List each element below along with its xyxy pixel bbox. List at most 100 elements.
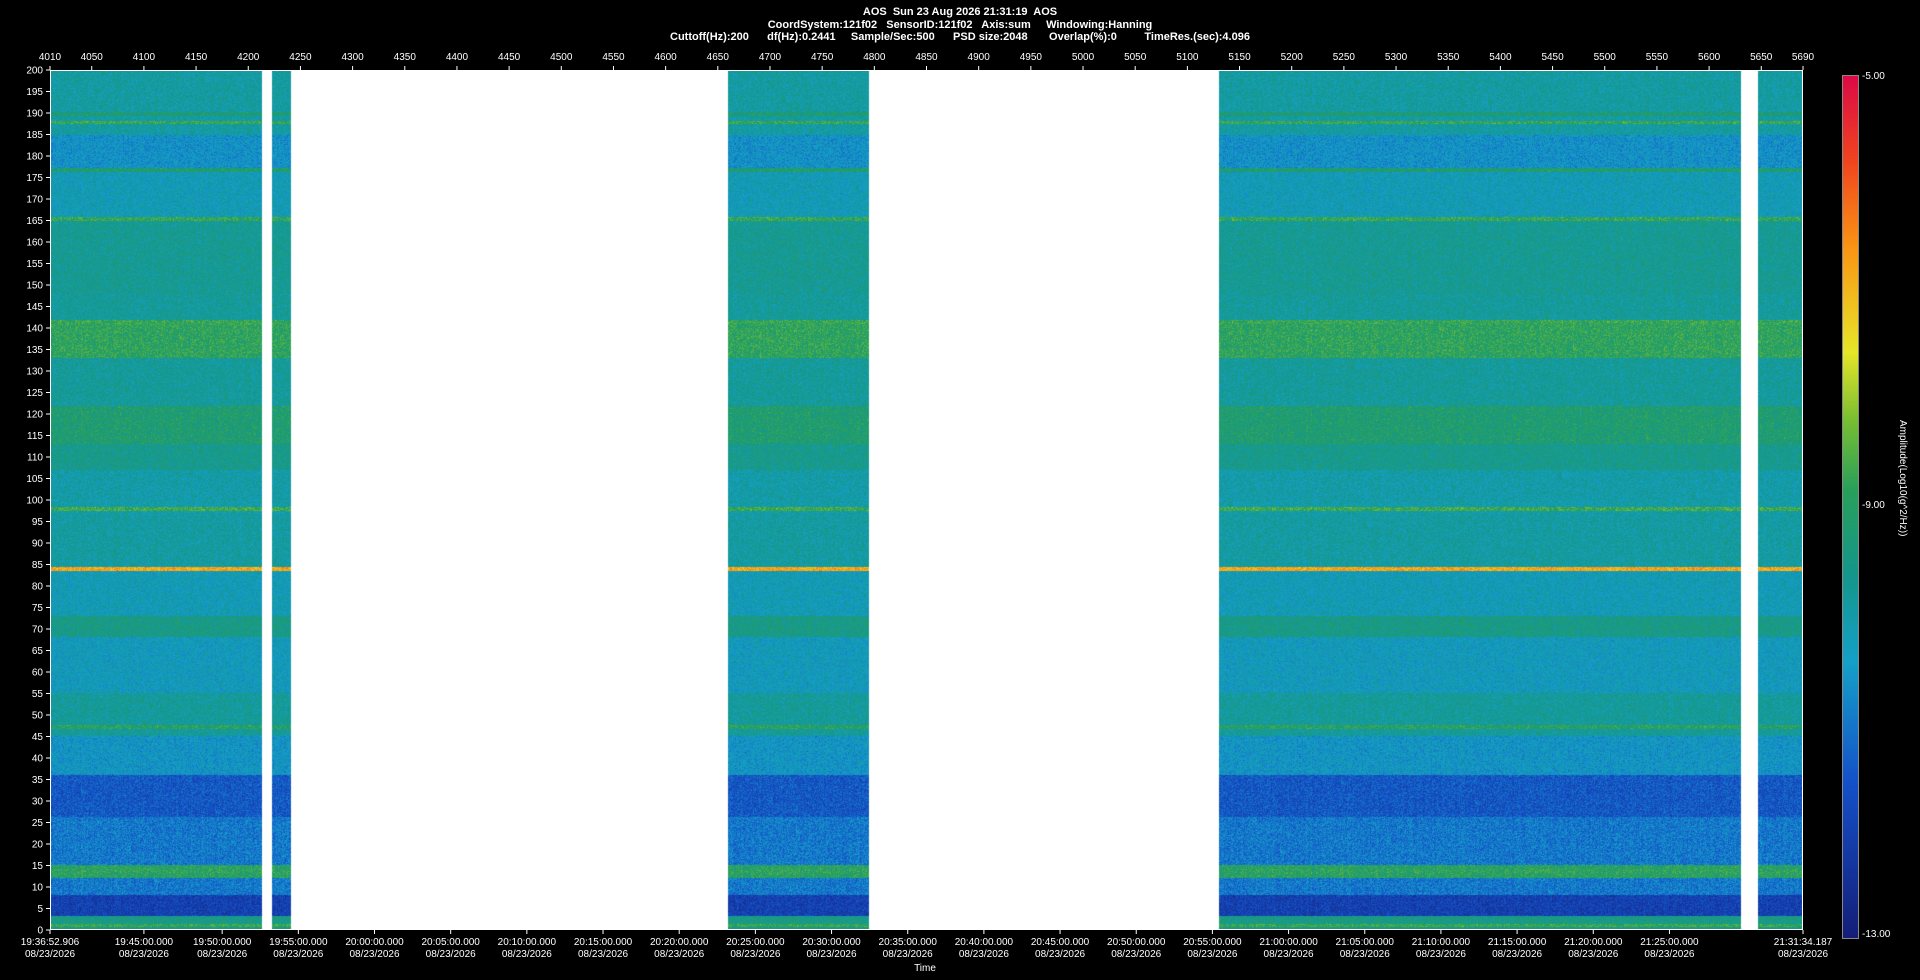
top-axis-tick-label: 4050	[81, 52, 104, 63]
x-axis-tick-time: 20:15:00.000	[574, 937, 633, 948]
y-axis-tick-label: 65	[32, 646, 44, 657]
colorbar-axis-label: Amplitude(Log10(g^2/Hz))	[1897, 420, 1908, 537]
x-axis-tick-time: 21:15:00.000	[1488, 937, 1547, 948]
x-axis-label: Time	[914, 963, 936, 974]
y-axis-tick-label: 85	[32, 560, 44, 571]
top-axis-tick-label: 4700	[759, 52, 782, 63]
colorbar-max-label: -5.00	[1862, 71, 1885, 82]
y-axis-tick-label: 150	[26, 281, 43, 292]
colorbar-min-label: -13.00	[1862, 929, 1891, 940]
y-axis-tick-label: 185	[26, 130, 43, 141]
y-axis-tick-label: 55	[32, 689, 44, 700]
top-axis-tick-label: 5350	[1437, 52, 1460, 63]
y-axis-tick-label: 70	[32, 625, 44, 636]
y-axis-tick-label: 165	[26, 216, 43, 227]
y-axis-tick-label: 135	[26, 345, 43, 356]
x-axis-tick-date: 08/23/2026	[273, 949, 323, 960]
x-axis-tick-time: 19:55:00.000	[269, 937, 328, 948]
top-axis-tick-label: 5400	[1489, 52, 1512, 63]
y-axis-tick-label: 90	[32, 539, 44, 550]
top-axis-tick-label: 5100	[1176, 52, 1199, 63]
x-axis-tick-time: 21:05:00.000	[1336, 937, 1395, 948]
x-axis-tick-date: 08/23/2026	[25, 949, 75, 960]
top-axis-tick-label: 5690	[1792, 52, 1815, 63]
top-axis-tick-label: 4200	[237, 52, 260, 63]
x-axis-tick-time: 19:50:00.000	[193, 937, 252, 948]
x-axis-tick-date: 08/23/2026	[1035, 949, 1085, 960]
x-axis-tick-time: 20:45:00.000	[1031, 937, 1090, 948]
x-axis-tick-time: 21:10:00.000	[1412, 937, 1471, 948]
y-axis-tick-label: 50	[32, 711, 44, 722]
y-axis-tick-label: 20	[32, 840, 44, 851]
x-axis-tick-date: 08/23/2026	[1644, 949, 1694, 960]
x-axis-tick-date: 08/23/2026	[119, 949, 169, 960]
x-axis-tick-date: 08/23/2026	[426, 949, 476, 960]
y-axis-tick-label: 25	[32, 818, 44, 829]
y-axis-tick-label: 30	[32, 797, 44, 808]
top-axis-tick-label: 4950	[1020, 52, 1043, 63]
top-axis-tick-label: 4750	[811, 52, 834, 63]
x-axis-tick-date: 08/23/2026	[1264, 949, 1314, 960]
y-axis-tick-label: 170	[26, 195, 43, 206]
x-axis-tick-date: 08/23/2026	[883, 949, 933, 960]
y-axis-tick-label: 145	[26, 302, 43, 313]
spectrogram-plot-area[interactable]	[50, 70, 1803, 930]
x-axis-tick-date: 08/23/2026	[1340, 949, 1390, 960]
y-axis-tick-label: 0	[37, 926, 43, 937]
top-axis-tick-label: 4300	[341, 52, 364, 63]
x-axis-tick-date: 08/23/2026	[959, 949, 1009, 960]
y-axis-tick-label: 160	[26, 238, 43, 249]
x-axis-tick-date: 08/23/2026	[1111, 949, 1161, 960]
y-axis-tick-label: 40	[32, 754, 44, 765]
y-axis-tick-label: 95	[32, 517, 44, 528]
y-axis-tick-label: 75	[32, 603, 44, 614]
y-axis-tick-label: 80	[32, 582, 44, 593]
top-axis-tick-label: 4800	[863, 52, 886, 63]
y-axis-tick-label: 5	[37, 904, 43, 915]
top-axis-tick-label: 5000	[1072, 52, 1095, 63]
x-axis-tick-date: 08/23/2026	[1416, 949, 1466, 960]
top-axis-tick-label: 5150	[1228, 52, 1251, 63]
top-axis-tick-label: 4600	[655, 52, 678, 63]
x-axis-tick-date: 08/23/2026	[502, 949, 552, 960]
top-axis-tick-label: 4500	[550, 52, 573, 63]
y-axis-tick-label: 180	[26, 152, 43, 163]
x-axis-tick-date: 08/23/2026	[197, 949, 247, 960]
x-axis-tick-time: 20:50:00.000	[1107, 937, 1166, 948]
colorbar-mid-label: -9.00	[1862, 500, 1885, 511]
top-axis-tick-label: 5050	[1124, 52, 1147, 63]
x-axis-tick-time: 21:00:00.000	[1259, 937, 1318, 948]
y-axis-tick-label: 35	[32, 775, 44, 786]
spectrogram-heatmap	[51, 71, 1802, 929]
x-axis-tick-time: 20:30:00.000	[802, 937, 861, 948]
y-axis-tick-label: 10	[32, 883, 44, 894]
x-axis-tick-time: 20:25:00.000	[726, 937, 785, 948]
top-axis-tick-label: 4010	[39, 52, 62, 63]
top-axis-tick-label: 4350	[394, 52, 417, 63]
colorbar-gradient	[1843, 76, 1858, 938]
top-axis-tick-label: 4100	[133, 52, 156, 63]
x-axis-tick-time: 20:40:00.000	[955, 937, 1014, 948]
top-axis-tick-label: 4850	[915, 52, 938, 63]
y-axis-tick-label: 155	[26, 259, 43, 270]
top-axis-tick-label: 5600	[1698, 52, 1721, 63]
top-axis-tick-label: 5200	[1281, 52, 1304, 63]
y-axis-tick-label: 45	[32, 732, 44, 743]
y-axis-tick-label: 200	[26, 66, 43, 77]
y-axis-tick-label: 105	[26, 474, 43, 485]
x-axis-tick-time: 20:00:00.000	[345, 937, 404, 948]
x-axis-tick-date: 08/23/2026	[1187, 949, 1237, 960]
top-axis-tick-label: 5550	[1646, 52, 1669, 63]
top-axis-tick-label: 5500	[1594, 52, 1617, 63]
x-axis-tick-date: 08/23/2026	[1778, 949, 1828, 960]
top-axis-tick-label: 5450	[1541, 52, 1564, 63]
y-axis-tick-label: 60	[32, 668, 44, 679]
x-axis-tick-date: 08/23/2026	[578, 949, 628, 960]
y-axis-tick-label: 175	[26, 173, 43, 184]
x-axis-tick-time: 19:36:52.906	[21, 937, 80, 948]
y-axis-tick-label: 140	[26, 324, 43, 335]
top-axis-tick-label: 4250	[289, 52, 312, 63]
y-axis-tick-label: 120	[26, 410, 43, 421]
top-axis-tick-label: 5250	[1333, 52, 1356, 63]
x-axis-tick-time: 21:20:00.000	[1564, 937, 1623, 948]
